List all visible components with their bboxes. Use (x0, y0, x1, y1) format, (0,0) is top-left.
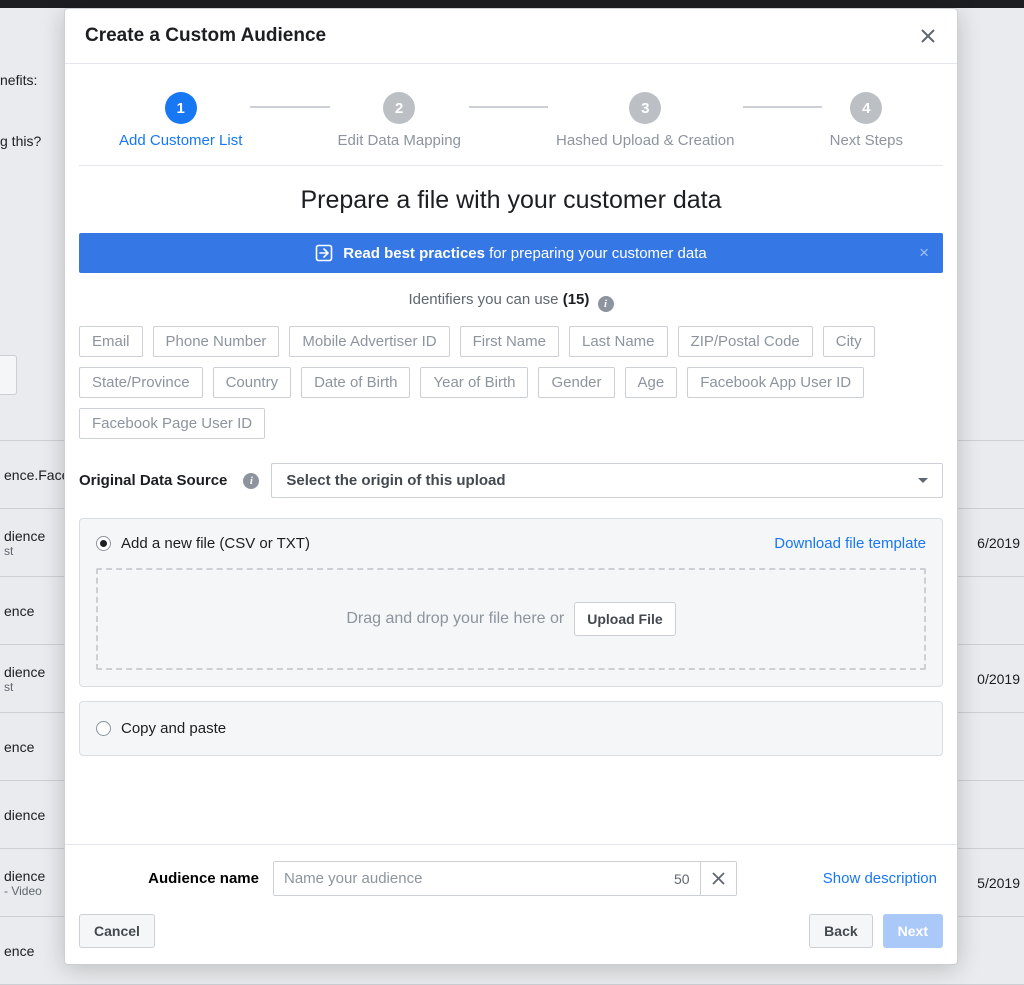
identifier-tag[interactable]: Date of Birth (301, 367, 410, 398)
cancel-button[interactable]: Cancel (79, 914, 155, 948)
footer-button-row: Cancel Back Next (79, 914, 943, 948)
audience-name-clear-button[interactable] (700, 862, 736, 895)
audience-name-char-count: 50 (664, 862, 700, 895)
arrow-box-icon (315, 244, 333, 262)
close-button[interactable] (919, 27, 937, 45)
identifiers-count-label: Identifiers you can use (15) i (79, 291, 943, 312)
step-3[interactable]: 3 Hashed Upload & Creation (556, 92, 734, 149)
create-custom-audience-modal: Create a Custom Audience 1 Add Customer L… (64, 8, 958, 965)
identifier-tag[interactable]: City (823, 326, 875, 357)
banner-text: Read best practices for preparing your c… (343, 245, 707, 262)
dropzone-text: Drag and drop your file here or (346, 610, 564, 628)
identifier-tag[interactable]: Facebook Page User ID (79, 408, 265, 439)
step-connector (250, 106, 329, 108)
add-file-radio-row: Add a new file (CSV or TXT) Download fil… (96, 535, 926, 552)
close-icon (919, 27, 937, 45)
identifier-tag[interactable]: First Name (460, 326, 559, 357)
info-icon[interactable]: i (598, 296, 614, 312)
identifier-tag[interactable]: Year of Birth (420, 367, 528, 398)
identifier-tag[interactable]: ZIP/Postal Code (678, 326, 813, 357)
step-connector (743, 106, 822, 108)
bg-topbar (0, 0, 1024, 8)
file-dropzone[interactable]: Drag and drop your file here or Upload F… (96, 568, 926, 670)
step-label: Next Steps (830, 132, 903, 149)
identifier-tags: Email Phone Number Mobile Advertiser ID Fir… (79, 326, 943, 439)
chevron-down-icon (918, 478, 928, 483)
download-template-link[interactable]: Download file template (774, 535, 926, 552)
show-description-link[interactable]: Show description (823, 870, 937, 887)
step-circle: 4 (850, 92, 882, 124)
copy-paste-radio[interactable] (96, 721, 111, 736)
prepare-heading: Prepare a file with your customer data (79, 186, 943, 215)
add-file-panel: Add a new file (CSV or TXT) Download fil… (79, 518, 943, 687)
bg-dropdown-button[interactable] (0, 355, 17, 395)
step-circle: 1 (165, 92, 197, 124)
identifier-tag[interactable]: Gender (538, 367, 614, 398)
next-button[interactable]: Next (883, 914, 943, 948)
add-file-radio[interactable] (96, 536, 111, 551)
identifier-tag[interactable]: Mobile Advertiser ID (289, 326, 449, 357)
copy-paste-label: Copy and paste (121, 720, 226, 737)
copy-paste-panel: Copy and paste (79, 701, 943, 756)
banner-dismiss-button[interactable]: × (919, 243, 929, 263)
step-label: Edit Data Mapping (338, 132, 461, 149)
step-connector (469, 106, 548, 108)
step-2[interactable]: 2 Edit Data Mapping (338, 92, 461, 149)
data-source-placeholder: Select the origin of this upload (286, 472, 505, 489)
step-label: Hashed Upload & Creation (556, 132, 734, 149)
step-circle: 3 (629, 92, 661, 124)
audience-name-row: Audience name 50 Show description (79, 861, 943, 896)
step-circle: 2 (383, 92, 415, 124)
stepper: 1 Add Customer List 2 Edit Data Mapping 3 Has… (79, 64, 943, 166)
step-4[interactable]: 4 Next Steps (830, 92, 903, 149)
modal-header: Create a Custom Audience (65, 9, 957, 64)
close-icon (712, 872, 725, 885)
info-icon[interactable]: i (243, 473, 259, 489)
best-practices-banner[interactable]: Read best practices for preparing your c… (79, 233, 943, 273)
identifier-tag[interactable]: State/Province (79, 367, 203, 398)
original-data-source-row: Original Data Source i Select the origin… (79, 463, 943, 498)
audience-name-input-wrap: 50 (273, 861, 737, 896)
upload-file-button[interactable]: Upload File (574, 602, 675, 636)
audience-name-label: Audience name (79, 870, 259, 887)
audience-name-input[interactable] (274, 862, 664, 895)
identifier-tag[interactable]: Last Name (569, 326, 668, 357)
add-file-label: Add a new file (CSV or TXT) (121, 535, 310, 552)
identifier-tag[interactable]: Country (213, 367, 292, 398)
identifier-tag[interactable]: Email (79, 326, 143, 357)
data-source-select[interactable]: Select the origin of this upload (271, 463, 943, 498)
identifier-tag[interactable]: Age (625, 367, 678, 398)
identifier-tag[interactable]: Facebook App User ID (687, 367, 864, 398)
original-data-source-label: Original Data Source (79, 472, 227, 489)
step-1[interactable]: 1 Add Customer List (119, 92, 242, 149)
modal-body: 1 Add Customer List 2 Edit Data Mapping 3 Has… (65, 64, 957, 844)
bg-left-text: nefits: g this? (0, 70, 64, 192)
identifier-tag[interactable]: Phone Number (153, 326, 280, 357)
back-button[interactable]: Back (809, 914, 872, 948)
step-label: Add Customer List (119, 132, 242, 149)
modal-footer: Audience name 50 Show description Cancel… (65, 844, 957, 964)
modal-title: Create a Custom Audience (85, 25, 326, 47)
